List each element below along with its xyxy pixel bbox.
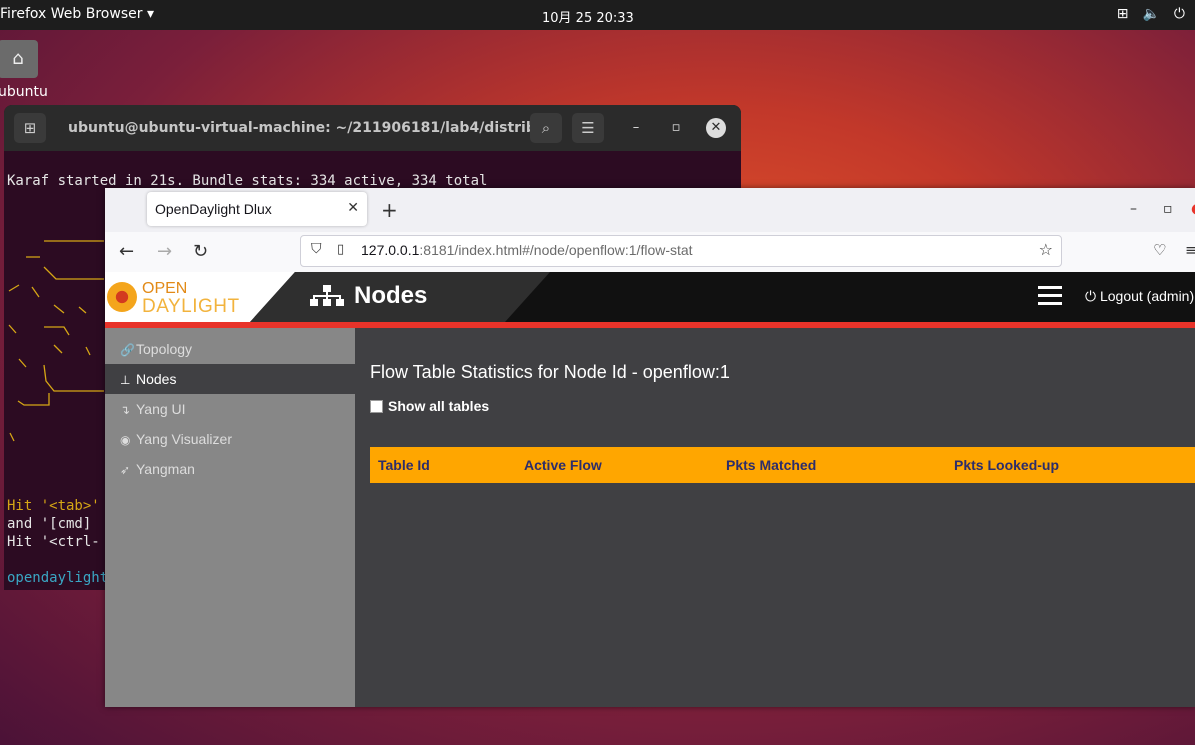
sidebar: 🔗Topology ⊥ Nodes ↴ Yang UI ◉ Yang Visualiz… — [105, 328, 355, 707]
sidebar-item-yangman[interactable]: ➶ Yangman — [105, 454, 355, 484]
back-icon[interactable]: ← — [119, 241, 134, 262]
sidebar-item-yang-ui[interactable]: ↴ Yang UI — [105, 394, 355, 424]
sidebar-item-yang-visualizer[interactable]: ◉ Yang Visualizer — [105, 424, 355, 454]
karaf-ascii-art — [8, 240, 104, 442]
checkbox-box[interactable] — [370, 399, 383, 413]
browser-window[interactable]: OpenDaylight Dlux ✕ + – ▫ ● ← → ↻ ⛉ ▯ 12… — [105, 188, 1195, 707]
power-icon[interactable]: ⏻ — [1174, 6, 1185, 22]
sidebar-item-label: Yangman — [136, 461, 195, 477]
desktop-home-icon[interactable]: ⌂ ubuntu — [0, 40, 78, 100]
sitemap-icon — [310, 285, 344, 306]
table-header: Table Id Active Flow Pkts Matched Pkts L… — [370, 447, 1195, 483]
close-icon[interactable]: ✕ — [706, 118, 726, 138]
top-bar: Firefox Web Browser ▾ 10月 25 20:33 ⊞ 🔈 ⏻ — [0, 0, 1195, 30]
terminal-line: Karaf started in 21s. Bundle stats: 334 … — [7, 173, 488, 189]
page-title-text: Nodes — [354, 282, 428, 309]
maximize-icon[interactable]: ▫ — [1163, 201, 1173, 217]
rocket-icon: ➶ — [120, 463, 131, 477]
page-info-icon[interactable]: ▯ — [337, 242, 344, 257]
terminal-hint-line: Hit '<tab>' — [7, 498, 100, 514]
level-down-icon: ↴ — [120, 403, 131, 417]
terminal-hint-line: Hit '<ctrl- — [7, 534, 100, 550]
close-icon[interactable]: ● — [1191, 201, 1195, 217]
minimize-icon[interactable]: – — [1130, 201, 1137, 217]
volume-icon[interactable]: 🔈 — [1142, 6, 1159, 22]
search-icon[interactable]: ⌕ — [530, 113, 562, 143]
sidebar-item-label: Nodes — [136, 371, 177, 387]
show-all-tables-checkbox[interactable]: Show all tables — [370, 398, 489, 414]
column-header[interactable]: Table Id — [378, 457, 430, 473]
sidebar-item-label: Yang UI — [136, 401, 186, 417]
logout-label: Logout (admin) — [1099, 288, 1195, 304]
power-icon: ⏻ — [1085, 288, 1100, 304]
column-header[interactable]: Pkts Matched — [726, 457, 816, 473]
desktop-home-label: ubuntu — [0, 84, 48, 100]
browser-tab[interactable]: OpenDaylight Dlux ✕ — [147, 192, 367, 226]
page-title: Nodes — [310, 282, 427, 310]
menu-icon[interactable]: ☰ — [572, 113, 604, 143]
app-menu[interactable]: Firefox Web Browser ▾ — [0, 6, 154, 22]
logo-daylight-text: DAYLIGHT — [142, 296, 240, 317]
odl-flower-icon — [107, 282, 137, 312]
shield-icon[interactable]: ⛉ — [311, 241, 322, 257]
clock[interactable]: 10月 25 20:33 — [542, 7, 634, 26]
sidebar-item-nodes[interactable]: ⊥ Nodes — [105, 364, 355, 394]
terminal-titlebar[interactable]: ⊞ ubuntu@ubuntu-virtual-machine: ~/21190… — [4, 105, 741, 151]
terminal-hint-line: and '[cmd] — [7, 516, 92, 532]
column-header[interactable]: Pkts Looked-up — [954, 457, 1059, 473]
url-text[interactable]: 127.0.0.1:8181/index.html#/node/openflow… — [361, 242, 693, 258]
reload-icon[interactable]: ↻ — [193, 241, 208, 262]
new-tab-button[interactable]: + — [381, 198, 398, 222]
odl-header: OPEN DAYLIGHT Nodes ⏻ Logout (admin) — [105, 272, 1195, 322]
sidebar-item-label: Topology — [136, 341, 193, 357]
main-content: Flow Table Statistics for Node Id - open… — [355, 328, 1195, 707]
forward-icon[interactable]: → — [157, 241, 172, 262]
hamburger-menu-icon[interactable] — [1038, 286, 1062, 306]
url-bar[interactable]: ⛉ ▯ 127.0.0.1:8181/index.html#/node/open… — [300, 235, 1062, 267]
system-tray[interactable]: ⊞ 🔈 ⏻ — [1117, 6, 1185, 22]
minimize-icon[interactable]: – — [626, 118, 646, 138]
url-path: :8181/index.html#/node/openflow:1/flow-s… — [419, 242, 693, 258]
terminal-prompt[interactable]: opendaylight — [7, 570, 108, 586]
home-folder-icon: ⌂ — [0, 40, 38, 78]
more-tools-icon[interactable]: ≡ — [1185, 241, 1195, 259]
logout-button[interactable]: ⏻ Logout (admin) — [1085, 288, 1194, 305]
network-icon[interactable]: ⊞ — [1117, 6, 1129, 22]
column-header[interactable]: Active Flow — [524, 457, 602, 473]
pocket-icon[interactable]: ♡ — [1153, 241, 1166, 259]
link-icon: 🔗 — [120, 343, 135, 357]
maximize-icon[interactable]: ▫ — [666, 118, 686, 138]
sidebar-item-label: Yang Visualizer — [136, 431, 232, 447]
eye-icon: ◉ — [120, 433, 131, 447]
terminal-title: ubuntu@ubuntu-virtual-machine: ~/2119061… — [68, 120, 562, 136]
tab-bar: OpenDaylight Dlux ✕ + – ▫ ● — [105, 188, 1195, 232]
tab-title: OpenDaylight Dlux — [155, 201, 272, 217]
nav-bar: ← → ↻ ⛉ ▯ 127.0.0.1:8181/index.html#/nod… — [105, 232, 1195, 273]
bookmark-star-icon[interactable]: ☆ — [1039, 240, 1053, 259]
content-heading: Flow Table Statistics for Node Id - open… — [370, 362, 730, 382]
checkbox-label: Show all tables — [388, 398, 490, 414]
new-tab-icon[interactable]: ⊞ — [14, 113, 46, 143]
app-menu-label: Firefox Web Browser ▾ — [0, 6, 154, 22]
tab-close-icon[interactable]: ✕ — [347, 200, 359, 216]
sitemap-icon: ⊥ — [120, 373, 131, 387]
url-host: 127.0.0.1 — [361, 242, 420, 258]
sidebar-item-topology[interactable]: 🔗Topology — [105, 334, 355, 364]
